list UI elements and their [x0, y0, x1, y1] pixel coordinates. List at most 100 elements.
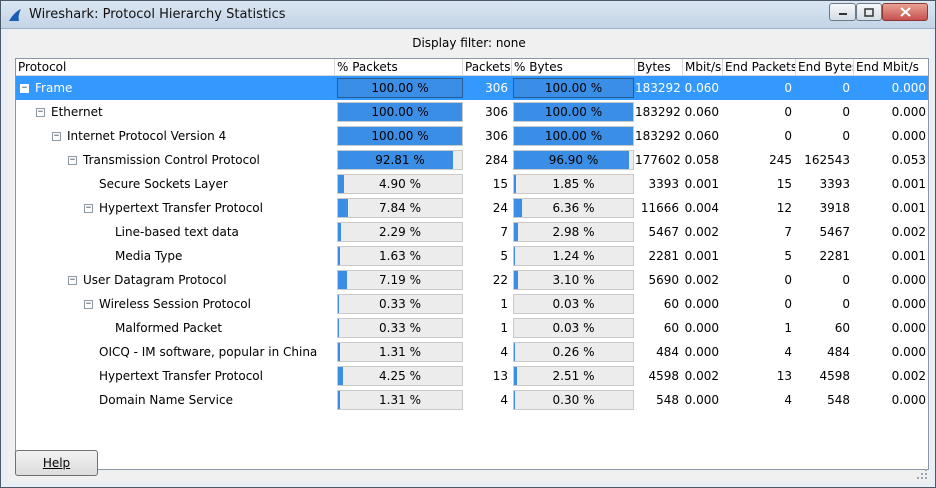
table-row[interactable]: − Hypertext Transfer Protocol 7.84 % 6.36 %… [16, 196, 928, 220]
packets-cell: 22 [492, 273, 508, 287]
tree-expander-icon[interactable]: − [20, 84, 29, 93]
tree-expander-icon[interactable]: − [84, 204, 93, 213]
end-packets-cell: 7 [784, 225, 792, 239]
end-mbit-cell: 0.001 [891, 177, 926, 191]
column-header-protocol[interactable]: Protocol [16, 59, 335, 76]
table-row[interactable]: OICQ - IM software, popular in China 1.31… [16, 340, 928, 364]
percent-packets-bar: 1.63 % [337, 246, 463, 266]
packets-cell: 306 [485, 105, 508, 119]
bytes-cell: 5467 [648, 225, 679, 239]
table-row[interactable]: Secure Sockets Layer 4.90 % 1.85 % 15 3393 0.… [16, 172, 928, 196]
end-bytes-cell: 5467 [819, 225, 850, 239]
mbit-cell: 0.004 [684, 201, 719, 215]
mbit-cell: 0.000 [684, 297, 719, 311]
packets-cell: 5 [500, 249, 508, 263]
bytes-cell: 60 [663, 297, 679, 311]
end-packets-cell: 1 [784, 321, 792, 335]
end-packets-cell: 5 [784, 249, 792, 263]
mbit-cell: 0.060 [684, 81, 719, 95]
tree-expander-icon[interactable]: − [68, 156, 77, 165]
table-row[interactable]: Line-based text data 2.29 % 2.98 % 7 5467 0.0… [16, 220, 928, 244]
packets-cell: 306 [485, 81, 508, 95]
percent-bytes-bar: 0.03 % [513, 318, 634, 338]
protocol-name: Line-based text data [115, 225, 239, 239]
title-bar[interactable]: Wireshark: Protocol Hierarchy Statistics [1, 1, 935, 29]
percent-packets-bar: 100.00 % [337, 102, 463, 122]
column-header-mbit[interactable]: Mbit/s [683, 59, 723, 76]
packets-cell: 306 [485, 129, 508, 143]
help-button[interactable]: Help [15, 450, 98, 476]
end-bytes-cell: 0 [842, 129, 850, 143]
percent-packets-bar: 92.81 % [337, 150, 463, 170]
bytes-cell: 2281 [648, 249, 679, 263]
column-header-end-mbit[interactable]: End Mbit/s [854, 59, 928, 76]
end-packets-cell: 12 [776, 201, 792, 215]
table-row[interactable]: − Ethernet 100.00 % 100.00 % 306 183292 0.060 0… [16, 100, 928, 124]
packets-cell: 4 [500, 345, 508, 359]
tree-expander-icon[interactable]: − [68, 276, 77, 285]
percent-packets-bar: 100.00 % [337, 126, 463, 146]
table-row[interactable]: Domain Name Service 1.31 % 0.30 % 4 548 0.000… [16, 388, 928, 412]
mbit-cell: 0.060 [684, 129, 719, 143]
end-bytes-cell: 2281 [819, 249, 850, 263]
percent-bytes-bar-text: 0.30 % [552, 393, 595, 407]
percent-bytes-bar-text: 6.36 % [552, 201, 595, 215]
maximize-button[interactable] [856, 3, 882, 21]
display-filter-label: Display filter: none [412, 36, 526, 50]
close-button[interactable] [882, 3, 928, 21]
wireshark-fin-icon [9, 9, 21, 21]
percent-packets-bar: 4.90 % [337, 174, 463, 194]
percent-packets-bar-text: 0.33 % [379, 321, 421, 335]
protocol-tree-table[interactable]: Protocol % Packets Packets % Bytes Bytes… [15, 58, 929, 470]
end-bytes-cell: 60 [834, 321, 850, 335]
table-row[interactable]: − Internet Protocol Version 4 100.00 % 100.… [16, 124, 928, 148]
percent-packets-bar: 0.33 % [337, 294, 463, 314]
percent-bytes-bar-text: 0.26 % [552, 345, 595, 359]
percent-packets-bar-text: 2.29 % [379, 225, 421, 239]
column-header-bytes[interactable]: Bytes [635, 59, 683, 76]
table-row[interactable]: Malformed Packet 0.33 % 0.03 % 1 60 0.000 1 60 0… [16, 316, 928, 340]
percent-packets-bar-text: 4.90 % [379, 177, 421, 191]
resize-grip-icon[interactable] [916, 468, 928, 480]
packets-cell: 24 [492, 201, 508, 215]
protocol-name: Wireless Session Protocol [99, 297, 251, 311]
protocol-hierarchy-window: Wireshark: Protocol Hierarchy Statistics… [0, 0, 936, 488]
table-row[interactable]: Hypertext Transfer Protocol 4.25 % 2.51 % 1… [16, 364, 928, 388]
mbit-cell: 0.000 [684, 345, 719, 359]
tree-expander-icon[interactable]: − [84, 300, 93, 309]
end-packets-cell: 4 [784, 345, 792, 359]
table-row[interactable]: − User Datagram Protocol 7.19 % 3.10 % 22 569… [16, 268, 928, 292]
bytes-cell: 183292 [635, 105, 681, 119]
end-packets-cell: 0 [784, 273, 792, 287]
end-mbit-cell: 0.000 [891, 297, 926, 311]
column-header-end-packets[interactable]: End Packets [723, 59, 796, 76]
table-row[interactable]: − Frame 100.00 % 100.00 % 306 183292 0.060 0 0 0.… [16, 76, 928, 100]
end-mbit-cell: 0.000 [891, 81, 926, 95]
table-row[interactable]: − Wireless Session Protocol 0.33 % 0.03 % 1 6… [16, 292, 928, 316]
column-header-packets[interactable]: Packets [463, 59, 512, 76]
percent-bytes-bar-text: 100.00 % [544, 81, 603, 95]
column-header-pct-bytes[interactable]: % Bytes [512, 59, 635, 76]
percent-bytes-bar: 2.98 % [513, 222, 634, 242]
column-header-end-bytes[interactable]: End Bytes [796, 59, 854, 76]
end-bytes-cell: 3393 [819, 177, 850, 191]
end-bytes-cell: 0 [842, 297, 850, 311]
end-mbit-cell: 0.000 [891, 345, 926, 359]
table-row[interactable]: − Transmission Control Protocol 92.81 % 96.… [16, 148, 928, 172]
end-mbit-cell: 0.002 [891, 369, 926, 383]
packets-cell: 284 [485, 153, 508, 167]
protocol-name: Internet Protocol Version 4 [67, 129, 227, 143]
column-header-pct-packets[interactable]: % Packets [335, 59, 463, 76]
tree-expander-icon[interactable]: − [52, 132, 61, 141]
percent-bytes-bar-text: 0.03 % [552, 321, 595, 335]
mbit-cell: 0.000 [684, 321, 719, 335]
minimize-button[interactable] [829, 3, 856, 21]
tree-expander-icon[interactable]: − [36, 108, 45, 117]
table-row[interactable]: Media Type 1.63 % 1.24 % 5 2281 0.001 5 2281 0.0… [16, 244, 928, 268]
protocol-name: Media Type [115, 249, 183, 263]
percent-packets-bar-text: 7.19 % [379, 273, 421, 287]
end-packets-cell: 0 [784, 105, 792, 119]
percent-bytes-bar-text: 3.10 % [552, 273, 595, 287]
end-mbit-cell: 0.000 [891, 273, 926, 287]
bytes-cell: 60 [663, 321, 679, 335]
